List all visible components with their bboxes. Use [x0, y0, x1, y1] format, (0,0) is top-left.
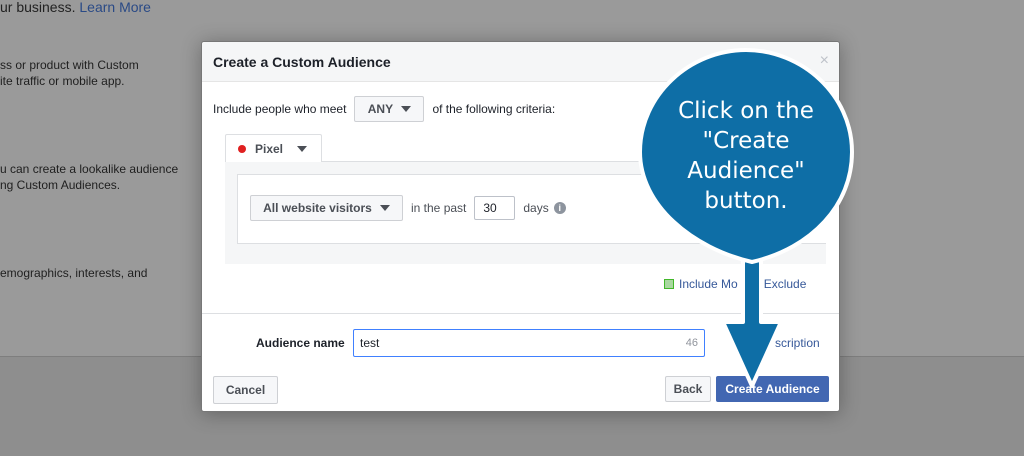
background-line: emographics, interests, and	[0, 266, 148, 280]
back-button[interactable]: Back	[665, 376, 711, 402]
dialog-title: Create a Custom Audience	[213, 54, 391, 70]
background-line: ng Custom Audiences.	[0, 178, 121, 192]
divider	[202, 313, 839, 314]
include-exclude-row: Include Mo Exclude	[664, 277, 806, 291]
include-icon	[664, 279, 674, 289]
chevron-down-icon	[401, 106, 412, 112]
chevron-down-icon	[297, 145, 308, 152]
pixel-status-icon	[238, 144, 246, 153]
audience-name-label: Audience name	[256, 336, 345, 350]
background-line: ss or product with Custom	[0, 58, 139, 72]
audience-name-input[interactable]: test 46	[353, 329, 705, 357]
in-the-past-label: in the past	[411, 201, 467, 215]
pixel-source-dropdown[interactable]: Pixel	[225, 134, 322, 162]
rule-row: All website visitors in the past 30 days…	[250, 195, 566, 221]
close-icon[interactable]: ×	[820, 52, 829, 70]
include-more-link[interactable]: Include Mo	[679, 277, 738, 291]
exclude-icon	[749, 279, 760, 289]
criteria-prefix: Include people who meet	[213, 102, 347, 116]
background-line: ite traffic or mobile app.	[0, 74, 125, 88]
background-line: u can create a lookalike audience	[0, 162, 179, 176]
info-icon[interactable]: i	[553, 202, 566, 214]
learn-more-link[interactable]: Learn More	[79, 0, 151, 15]
days-input[interactable]: 30	[474, 196, 516, 220]
chevron-down-icon	[379, 205, 390, 211]
add-description-link[interactable]: scription	[775, 336, 820, 350]
criteria-suffix: of the following criteria:	[432, 102, 556, 116]
character-count: 46	[685, 337, 698, 349]
exclude-link[interactable]: Exclude	[764, 277, 807, 291]
create-audience-button[interactable]: Create Audience	[716, 376, 829, 402]
criteria-row: Include people who meet ANY of the follo…	[213, 96, 555, 122]
background-intro: ur business. Learn More	[0, 0, 151, 15]
days-label: days	[523, 201, 549, 215]
callout-text: Click on the "Create Audience" button.	[678, 98, 814, 214]
match-mode-dropdown[interactable]: ANY	[354, 96, 425, 122]
website-visitors-dropdown[interactable]: All website visitors	[250, 195, 403, 221]
dialog-header: Create a Custom Audience ×	[202, 42, 839, 82]
cancel-button[interactable]: Cancel	[213, 376, 278, 404]
